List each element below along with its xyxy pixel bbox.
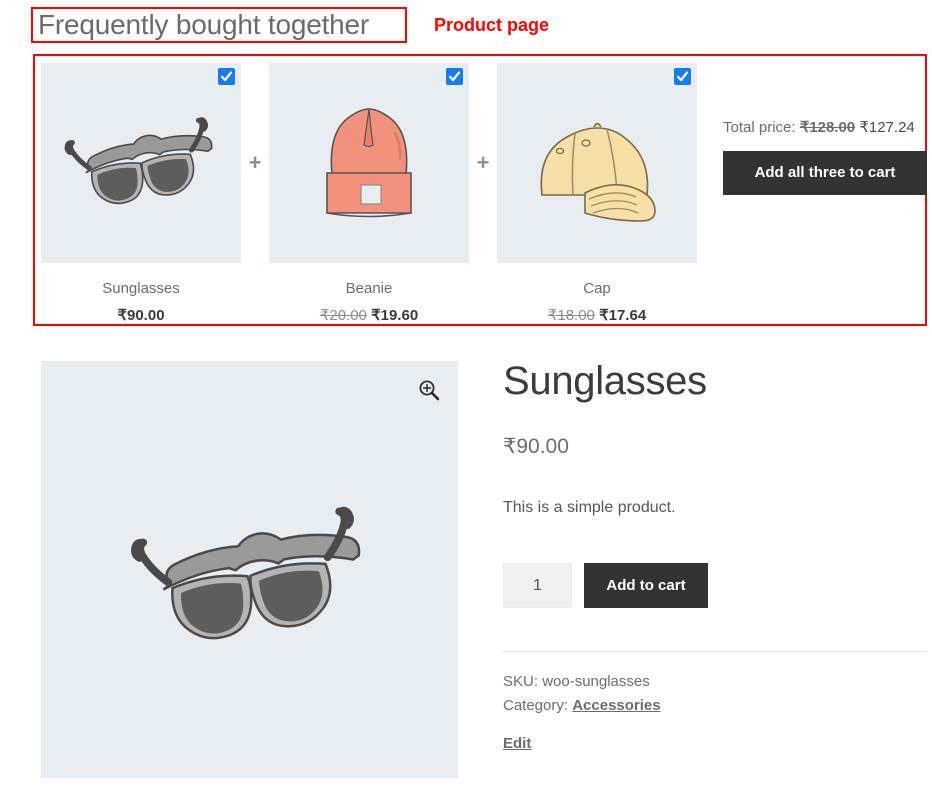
fbt-item-regular-price: ₹18.00 xyxy=(547,307,595,324)
fbt-item-name: Beanie xyxy=(345,280,393,297)
fbt-checkbox-cap[interactable] xyxy=(674,68,691,85)
annotation-label-product-page: Product page xyxy=(434,15,550,35)
fbt-item-sunglasses: Sunglasses ₹90.00 xyxy=(41,63,241,326)
product-meta: SKU: woo-sunglasses Category: Accessorie… xyxy=(503,670,927,756)
checkmark-icon xyxy=(676,71,689,82)
fbt-item-price: ₹90.00 xyxy=(41,306,241,326)
add-all-three-to-cart-button[interactable]: Add all three to cart xyxy=(723,151,927,195)
product-title: Sunglasses xyxy=(503,359,707,403)
fbt-item-regular-price: ₹20.00 xyxy=(319,307,367,324)
fbt-item-list: Sunglasses ₹90.00 + Beanie ₹20.00 ₹19.60… xyxy=(41,63,697,326)
divider xyxy=(503,651,927,652)
fbt-item-sale-price: ₹19.60 xyxy=(371,307,419,324)
fbt-item-beanie: Beanie ₹20.00 ₹19.60 xyxy=(269,63,469,326)
total-price-label: Total price: xyxy=(723,119,796,136)
fbt-item-sale-price: ₹17.64 xyxy=(599,307,647,324)
sunglasses-image xyxy=(64,117,213,205)
fbt-item-name: Cap xyxy=(583,280,611,297)
fbt-item-name: Sunglasses xyxy=(102,280,180,297)
fbt-item-sale-price: ₹90.00 xyxy=(117,307,165,324)
add-to-cart-form: Add to cart xyxy=(503,563,927,608)
fbt-thumbnail[interactable] xyxy=(41,63,241,263)
frequently-bought-together-section: Sunglasses ₹90.00 + Beanie ₹20.00 ₹19.60… xyxy=(41,63,927,324)
fbt-checkbox-sunglasses[interactable] xyxy=(218,68,235,85)
sku-value: woo-sunglasses xyxy=(542,673,650,690)
category-link[interactable]: Accessories xyxy=(572,697,660,714)
sku-label: SKU: xyxy=(503,673,539,690)
plus-separator-2: + xyxy=(476,150,490,175)
sunglasses-image xyxy=(131,506,361,640)
checkmark-icon xyxy=(448,71,461,82)
category-row: Category: Accessories xyxy=(503,694,927,718)
sku-row: SKU: woo-sunglasses xyxy=(503,670,927,694)
total-price-row: Total price: ₹128.00 ₹127.24 xyxy=(723,118,928,138)
product-short-description: This is a simple product. xyxy=(503,499,676,516)
product-page: Frequently bought together Product page xyxy=(0,0,932,798)
fbt-item-cap: Cap ₹18.00 ₹17.64 xyxy=(497,63,697,326)
total-regular-price: ₹128.00 xyxy=(799,119,856,136)
fbt-summary: Total price: ₹128.00 ₹127.24 Add all thr… xyxy=(723,118,928,195)
cap-image xyxy=(540,122,656,222)
add-to-cart-button[interactable]: Add to cart xyxy=(584,563,708,608)
total-sale-price: ₹127.24 xyxy=(859,119,915,136)
checkmark-icon xyxy=(220,71,233,82)
category-label: Category: xyxy=(503,697,569,714)
fbt-thumbnail[interactable] xyxy=(497,63,697,263)
edit-link[interactable]: Edit xyxy=(503,734,531,754)
fbt-thumbnail[interactable] xyxy=(269,63,469,263)
product-summary: Sunglasses ₹90.00 This is a simple produ… xyxy=(503,355,927,756)
product-gallery[interactable] xyxy=(41,361,458,778)
zoom-in-icon[interactable] xyxy=(418,379,440,401)
page-title: Frequently bought together xyxy=(38,9,370,40)
fbt-item-price: ₹18.00 ₹17.64 xyxy=(497,306,697,326)
fbt-checkbox-beanie[interactable] xyxy=(446,68,463,85)
plus-separator-1: + xyxy=(248,150,262,175)
quantity-input[interactable] xyxy=(503,563,572,608)
fbt-item-price: ₹20.00 ₹19.60 xyxy=(269,306,469,326)
beanie-image xyxy=(326,108,412,218)
product-price: ₹90.00 xyxy=(503,435,569,458)
